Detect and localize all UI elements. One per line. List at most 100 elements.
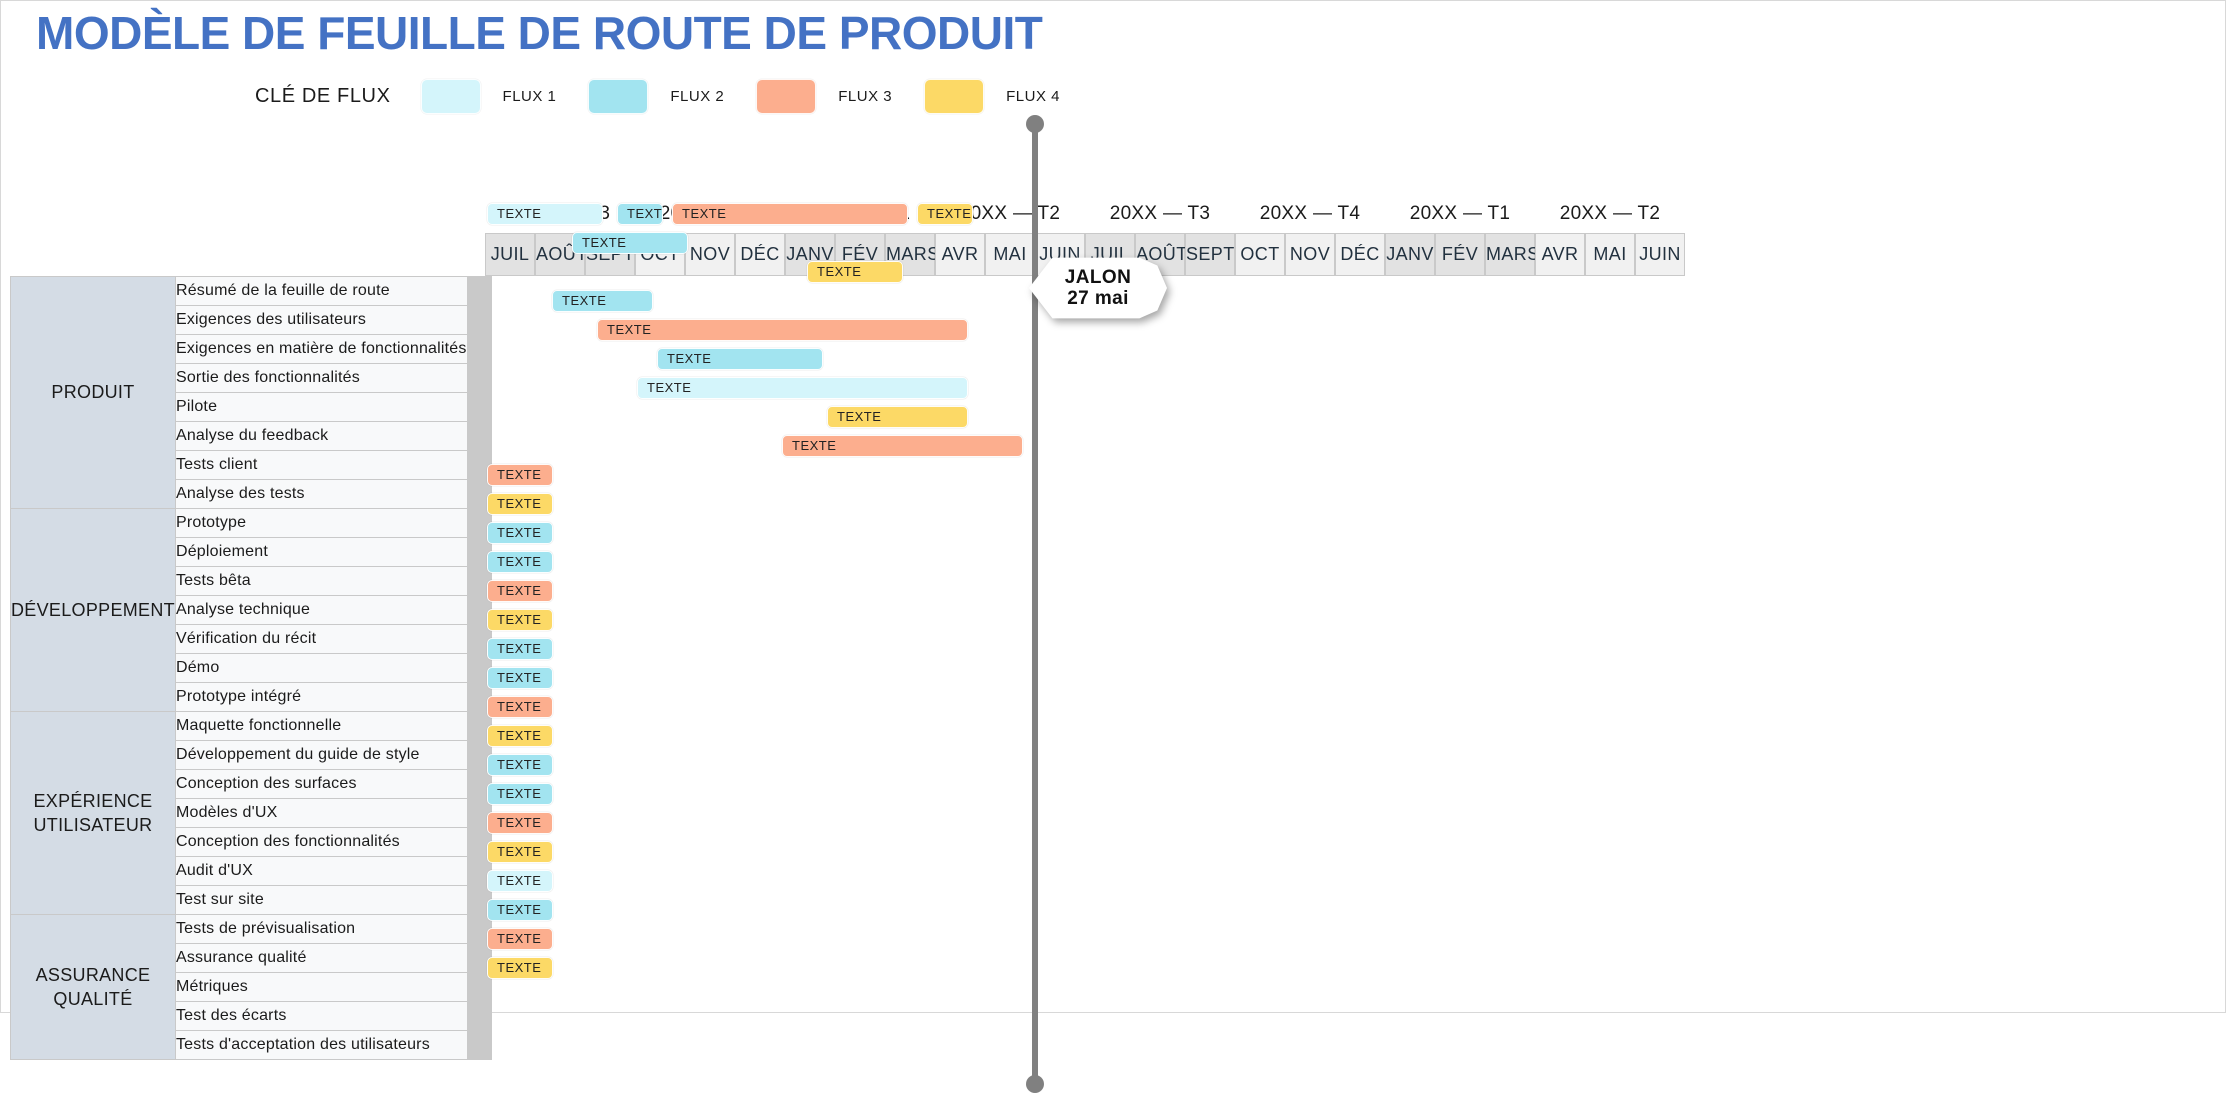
timeline-cell[interactable]	[489, 711, 492, 741]
quarter-header: 20XX — T4	[1259, 203, 1361, 224]
gantt-bar-flux-4[interactable]: TEXTE	[487, 840, 553, 863]
month-header-janv: JANV	[1385, 233, 1435, 276]
timeline-cell[interactable]	[489, 943, 492, 973]
gantt-bar-flux-4[interactable]: TEXTE	[487, 492, 553, 515]
timeline-cell[interactable]	[489, 914, 492, 944]
timeline-cell[interactable]	[489, 740, 492, 770]
milestone-callout[interactable]: JALON 27 mai	[1029, 255, 1167, 321]
month-header-août: AOÛT	[535, 233, 587, 276]
task-label[interactable]: Prototype intégré	[174, 682, 468, 712]
legend-swatch-flux-2	[588, 78, 649, 114]
milestone-date: 27 mai	[1067, 288, 1129, 309]
gantt-bar-flux-2[interactable]: TEXTE	[552, 289, 653, 312]
task-label[interactable]: Analyse technique	[174, 595, 468, 625]
timeline-cell[interactable]	[489, 856, 492, 886]
quarter-header: 20XX — T3	[1109, 203, 1211, 224]
task-label[interactable]: Analyse du feedback	[174, 421, 468, 451]
timeline-cell[interactable]	[489, 972, 492, 1002]
gantt-bar-flux-4[interactable]: TEXTE	[487, 724, 553, 747]
quarter-header: 20XX — T2	[1559, 203, 1661, 224]
timeline-cell[interactable]	[489, 334, 492, 364]
task-label[interactable]: Test sur site	[174, 885, 468, 915]
task-label[interactable]: Pilote	[174, 392, 468, 422]
table-row: DÉVELOPPEMENT Prototype	[10, 508, 492, 712]
month-header-oct: OCT	[635, 233, 685, 276]
timeline-cell[interactable]	[489, 450, 492, 480]
gantt-bar-flux-2[interactable]: TEXTE	[487, 521, 553, 544]
timeline-cell[interactable]	[489, 827, 492, 857]
gantt-bar-flux-1[interactable]: TEXTE	[637, 376, 968, 399]
month-header-mai: MAI	[1585, 233, 1635, 276]
gantt-bar-flux-4[interactable]: TEXTE	[487, 608, 553, 631]
gantt-bar-flux-3[interactable]: TEXTE	[782, 434, 1023, 457]
gantt-bar-flux-3[interactable]: TEXTE	[487, 695, 553, 718]
timeline-cell[interactable]	[489, 479, 492, 509]
timeline-cell[interactable]	[489, 595, 492, 625]
timeline-cell[interactable]	[489, 1030, 492, 1060]
task-label[interactable]: Analyse des tests	[174, 479, 468, 509]
gantt-bar-flux-3[interactable]: TEXTE	[597, 318, 968, 341]
task-label[interactable]: Sortie des fonctionnalités	[174, 363, 468, 393]
month-header-mars: MARS	[885, 233, 939, 276]
gantt-bar-flux-3[interactable]: TEXTE	[487, 579, 553, 602]
task-label[interactable]: Démo	[174, 653, 468, 683]
task-label[interactable]: Assurance qualité	[174, 943, 468, 973]
task-label[interactable]: Déploiement	[174, 537, 468, 567]
task-label[interactable]: Audit d'UX	[174, 856, 468, 886]
gantt-bar-flux-2[interactable]: TEXTE	[487, 753, 553, 776]
month-header-déc: DÉC	[1335, 233, 1385, 276]
task-label[interactable]: Métriques	[174, 972, 468, 1002]
quarter-header: 20XX — T2	[959, 203, 1061, 224]
task-label[interactable]: Tests bêta	[174, 566, 468, 596]
gantt-bar-flux-2[interactable]: TEXTE	[487, 637, 553, 660]
category-cell-0: PRODUIT	[10, 276, 176, 509]
task-label[interactable]: Tests d'acceptation des utilisateurs	[174, 1030, 468, 1060]
milestone-dot-bottom	[1026, 1075, 1044, 1093]
month-header-oct: OCT	[1235, 233, 1285, 276]
timeline-cell[interactable]	[489, 885, 492, 915]
legend-item-flux-1: FLUX 1	[420, 78, 557, 114]
timeline-cell[interactable]	[489, 769, 492, 799]
gantt-bar-flux-3[interactable]: TEXTE	[487, 927, 553, 950]
gantt-bar-flux-2[interactable]: TEXTE	[487, 898, 553, 921]
timeline-cell[interactable]	[489, 421, 492, 451]
gantt-bar-flux-2[interactable]: TEXTE	[657, 347, 823, 370]
gantt-bar-flux-4[interactable]: TEXTE	[487, 956, 553, 979]
legend-item-flux-4: FLUX 4	[924, 78, 1060, 114]
timeline-cell[interactable]	[489, 682, 492, 712]
gantt-bar-flux-1[interactable]: TEXTE	[487, 869, 553, 892]
gantt-bar-flux-2[interactable]: TEXTE	[487, 666, 553, 689]
task-label[interactable]: Vérification du récit	[174, 624, 468, 654]
timeline-cell[interactable]	[489, 566, 492, 596]
timeline-cell[interactable]	[489, 624, 492, 654]
timeline-cell[interactable]	[489, 653, 492, 683]
timeline-cell[interactable]	[489, 276, 492, 306]
task-label[interactable]: Exigences des utilisateurs	[174, 305, 468, 335]
timeline-cell[interactable]	[489, 363, 492, 393]
timeline-cell[interactable]	[489, 508, 492, 538]
task-label[interactable]: Tests client	[174, 450, 468, 480]
task-label[interactable]: Prototype	[174, 508, 468, 538]
task-label[interactable]: Test des écarts	[174, 1001, 468, 1031]
task-label[interactable]: Modèles d'UX	[174, 798, 468, 828]
gantt-bar-flux-2[interactable]: TEXTE	[487, 782, 553, 805]
timeline-cell[interactable]	[489, 537, 492, 567]
task-label[interactable]: Conception des fonctionnalités	[174, 827, 468, 857]
timeline-cell[interactable]	[489, 305, 492, 335]
task-label[interactable]: Exigences en matière de fonctionnalités	[174, 334, 468, 364]
task-label[interactable]: Résumé de la feuille de route	[174, 276, 468, 306]
task-label[interactable]: Conception des surfaces	[174, 769, 468, 799]
timeline-cell[interactable]	[489, 798, 492, 828]
gantt-bar-flux-3[interactable]: TEXTE	[487, 811, 553, 834]
task-label[interactable]: Développement du guide de style	[174, 740, 468, 770]
gantt-bar-flux-3[interactable]: TEXTE	[487, 463, 553, 486]
task-label[interactable]: Tests de prévisualisation	[174, 914, 468, 944]
month-header-sept: SEPT	[1185, 233, 1235, 276]
milestone-title: JALON	[1064, 266, 1132, 288]
gantt-bar-flux-2[interactable]: TEXTE	[487, 550, 553, 573]
timeline-cell[interactable]	[489, 392, 492, 422]
task-label[interactable]: Maquette fonctionnelle	[174, 711, 468, 741]
timeline-cell[interactable]	[489, 1001, 492, 1031]
flux-legend: CLÉ DE FLUX FLUX 1 FLUX 2 FLUX 3 FLUX 4	[255, 78, 1092, 114]
gantt-bar-flux-4[interactable]: TEXTE	[827, 405, 968, 428]
